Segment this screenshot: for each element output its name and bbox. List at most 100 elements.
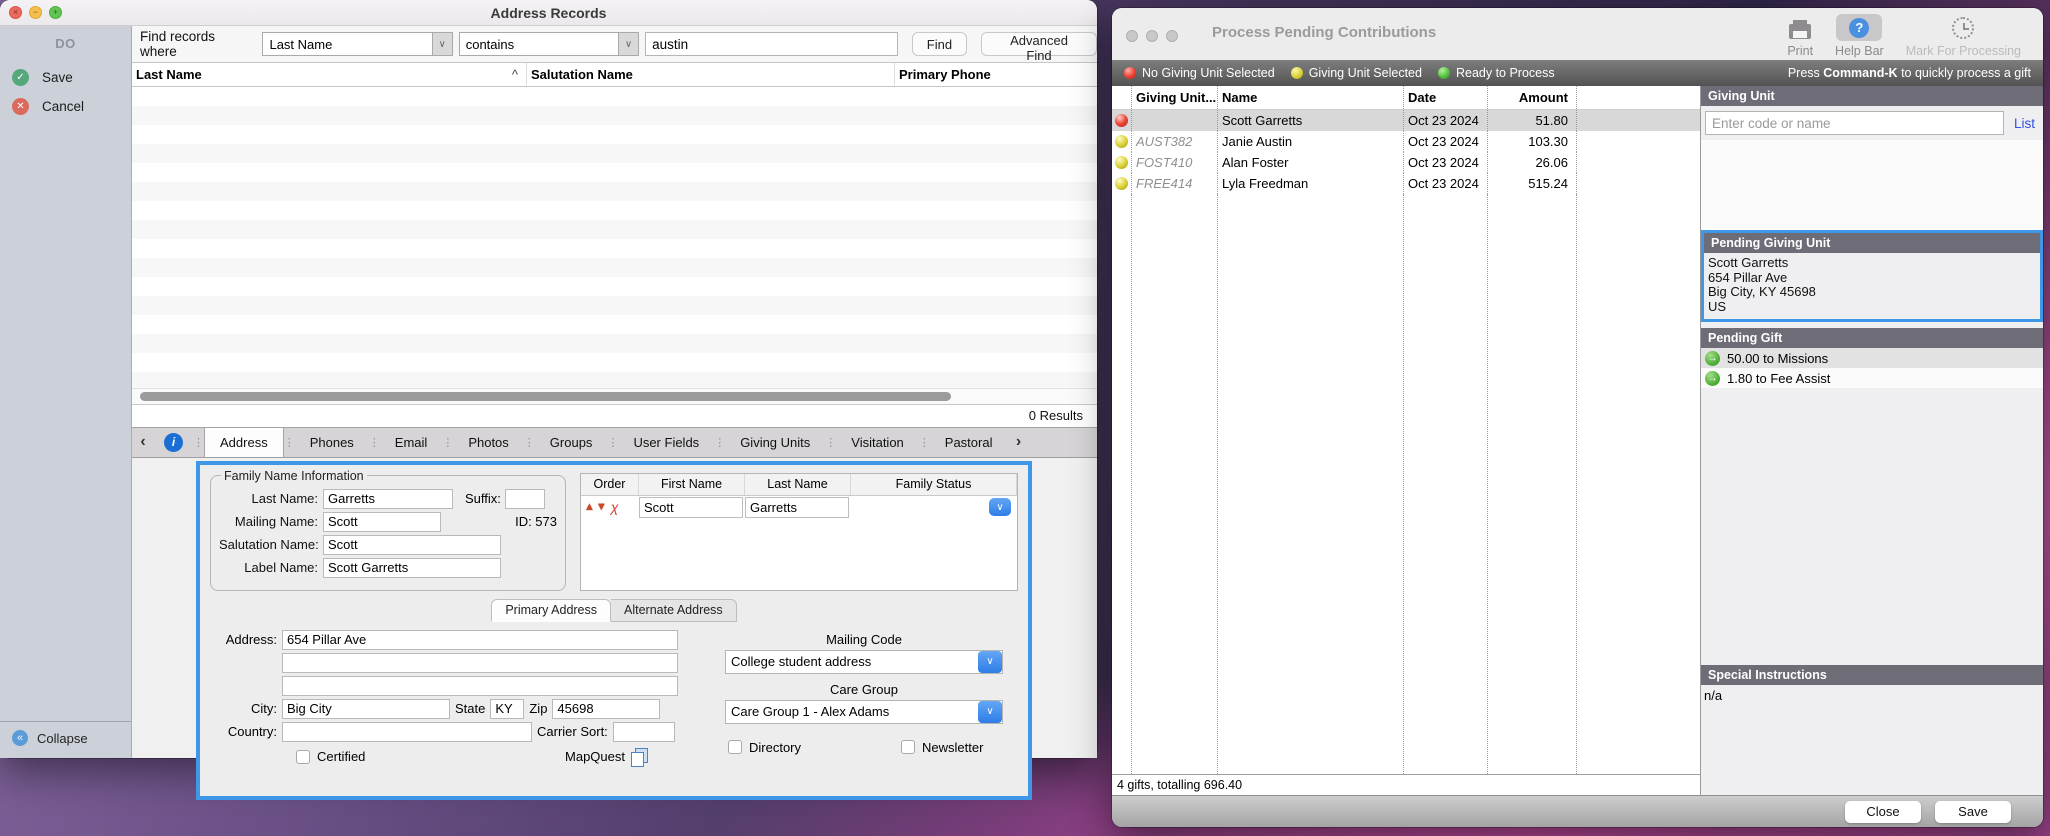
member-last-name-field[interactable]: Garretts	[745, 497, 849, 518]
remove-member-icon[interactable]: χ	[611, 499, 619, 515]
state-field[interactable]	[490, 699, 524, 719]
find-button[interactable]: Find	[912, 32, 967, 56]
sort-ascending-icon: ^	[512, 67, 518, 82]
address-label: Address:	[210, 632, 282, 647]
care-group-select[interactable]: Care Group 1 - Alex Adams ∨	[725, 700, 1003, 724]
tab-address[interactable]: Address	[204, 428, 284, 457]
mailing-name-label: Mailing Name:	[219, 514, 323, 529]
pending-unit-country: US	[1708, 300, 2040, 315]
directory-label: Directory	[749, 740, 801, 755]
certified-label: Certified	[317, 749, 365, 764]
pending-giving-unit-box[interactable]: Pending Giving Unit Scott Garretts 654 P…	[1701, 230, 2043, 322]
chevron-down-icon: ∨	[432, 33, 452, 55]
results-list[interactable]	[132, 87, 1097, 388]
tab-alternate-address[interactable]: Alternate Address	[611, 599, 737, 622]
tab-visitation[interactable]: Visitation	[836, 428, 919, 457]
close-button[interactable]: Close	[1845, 801, 1921, 823]
tabs-scroll-right-icon[interactable]: ›	[1007, 428, 1029, 457]
mailing-name-field[interactable]	[323, 512, 441, 532]
horizontal-scrollbar[interactable]	[132, 388, 1097, 404]
window-title: Address Records	[0, 5, 1097, 21]
mapquest-copy-icon[interactable]	[631, 748, 648, 766]
help-bar-button[interactable]: ? Help Bar	[1835, 14, 1884, 58]
scrollbar-thumb[interactable]	[140, 392, 951, 401]
print-button[interactable]: Print	[1787, 14, 1813, 58]
contribution-row[interactable]: Scott Garretts Oct 23 2024 51.80	[1112, 110, 1700, 131]
close-window-icon[interactable]	[1126, 30, 1138, 42]
chevron-down-icon[interactable]: ∨	[978, 701, 1002, 723]
traffic-lights-inactive	[1126, 30, 1178, 42]
newsletter-checkbox[interactable]	[901, 740, 915, 754]
col-name[interactable]: Name	[1218, 86, 1404, 109]
contribution-row[interactable]: AUST382 Janie Austin Oct 23 2024 103.30	[1112, 131, 1700, 152]
minimize-window-icon[interactable]	[1146, 30, 1158, 42]
contrib-window-titlebar: Process Pending Contributions Print ? He…	[1112, 8, 2043, 60]
tabs-scroll-left-icon[interactable]: ‹	[132, 428, 154, 457]
giving-unit-results-area	[1701, 140, 2043, 230]
process-pending-contributions-window: Process Pending Contributions Print ? He…	[1112, 8, 2043, 827]
directory-checkbox[interactable]	[728, 740, 742, 754]
certified-checkbox[interactable]	[296, 750, 310, 764]
contribution-row[interactable]: FOST410 Alan Foster Oct 23 2024 26.06	[1112, 152, 1700, 173]
find-field-select[interactable]: Last Name ∨	[262, 32, 452, 56]
find-field-value: Last Name	[269, 37, 332, 52]
clock-icon	[1952, 17, 1974, 39]
mailing-code-select[interactable]: College student address ∨	[725, 650, 1003, 674]
member-first-name-field[interactable]: Scott	[639, 497, 743, 518]
advanced-find-button[interactable]: Advanced Find	[981, 32, 1097, 56]
pending-gift-item[interactable]: → 50.00 to Missions	[1701, 348, 2043, 368]
newsletter-label: Newsletter	[922, 740, 983, 755]
tab-groups[interactable]: Groups	[535, 428, 608, 457]
column-header-last-name[interactable]: Last Name ^	[132, 63, 527, 86]
city-label: City:	[210, 701, 282, 716]
cancel-button[interactable]: ✕ Cancel	[0, 92, 131, 121]
salutation-name-field[interactable]	[323, 535, 501, 555]
move-down-icon[interactable]: ▼	[596, 501, 607, 513]
col-amount[interactable]: Amount	[1488, 86, 1577, 109]
gift-text: 50.00 to Missions	[1727, 351, 1828, 366]
giving-unit-search-input[interactable]	[1705, 111, 2004, 135]
address-line2-field[interactable]	[282, 653, 678, 673]
tab-pastoral[interactable]: Pastoral	[930, 428, 1008, 457]
zip-field[interactable]	[552, 699, 660, 719]
save-button[interactable]: Save	[1935, 801, 2011, 823]
column-header-salutation-name[interactable]: Salutation Name	[527, 63, 895, 86]
tab-giving-units[interactable]: Giving Units	[725, 428, 825, 457]
zoom-window-icon[interactable]	[1166, 30, 1178, 42]
tab-user-fields[interactable]: User Fields	[618, 428, 714, 457]
status-column-header	[1112, 86, 1132, 109]
search-input[interactable]	[645, 32, 898, 56]
tab-email[interactable]: Email	[380, 428, 443, 457]
last-name-field[interactable]	[323, 489, 453, 509]
address-line3-field[interactable]	[282, 676, 678, 696]
move-up-icon[interactable]: ▲	[584, 501, 595, 513]
help-icon: ?	[1849, 18, 1869, 38]
zip-label: Zip	[524, 701, 552, 716]
label-name-field[interactable]	[323, 558, 501, 578]
find-operator-select[interactable]: contains ∨	[459, 32, 639, 56]
column-header-primary-phone[interactable]: Primary Phone	[895, 63, 1097, 86]
family-status-dropdown-button[interactable]: ∨	[989, 498, 1011, 516]
mailing-code-value: College student address	[726, 654, 871, 669]
address-line1-field[interactable]	[282, 630, 678, 650]
pending-gift-item[interactable]: → 1.80 to Fee Assist	[1701, 368, 2043, 388]
tab-photos[interactable]: Photos	[453, 428, 523, 457]
tab-info[interactable]: i	[154, 428, 193, 457]
save-button[interactable]: ✓ Save	[0, 63, 131, 92]
country-field[interactable]	[282, 722, 532, 742]
chevron-down-icon[interactable]: ∨	[978, 651, 1002, 673]
members-col-last-name: Last Name	[745, 474, 851, 495]
yellow-status-icon	[1291, 67, 1303, 79]
tab-phones[interactable]: Phones	[295, 428, 369, 457]
col-date[interactable]: Date	[1404, 86, 1488, 109]
col-giving-unit[interactable]: Giving Unit...	[1132, 86, 1218, 109]
list-link[interactable]: List	[2014, 116, 2035, 131]
collapse-button[interactable]: « Collapse	[0, 721, 131, 758]
suffix-field[interactable]	[505, 489, 545, 509]
tab-primary-address[interactable]: Primary Address	[491, 599, 611, 622]
legend-red-label: No Giving Unit Selected	[1142, 66, 1275, 80]
city-field[interactable]	[282, 699, 450, 719]
contribution-row[interactable]: FREE414 Lyla Freedman Oct 23 2024 515.24	[1112, 173, 1700, 194]
chevron-down-icon: ∨	[618, 33, 638, 55]
carrier-sort-field[interactable]	[613, 722, 675, 742]
